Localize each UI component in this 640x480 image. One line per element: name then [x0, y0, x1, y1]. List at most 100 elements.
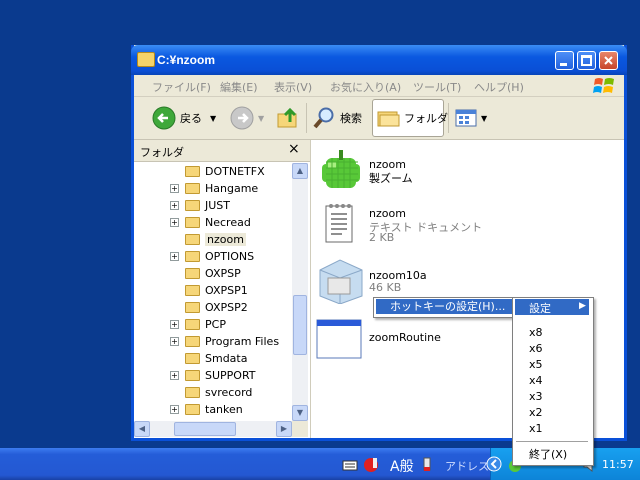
folder-icon [185, 234, 200, 245]
tree-item-label: tanken [205, 403, 243, 416]
views-icon [455, 109, 477, 127]
forward-button[interactable]: ▼ [230, 101, 264, 135]
scroll-left-button[interactable]: ◀ [134, 421, 150, 437]
tree-item[interactable]: OXPSP2 [170, 299, 248, 316]
tree-item[interactable]: nzoom [170, 231, 246, 248]
views-button[interactable]: ▼ [455, 101, 487, 135]
file-name[interactable]: zoomRoutine [369, 331, 441, 344]
forward-dropdown-icon[interactable]: ▼ [258, 114, 264, 123]
folders-icon [377, 111, 400, 127]
tree-item[interactable]: + PCP [170, 316, 226, 333]
search-label: 検索 [340, 112, 362, 125]
keyboard-icon[interactable] [342, 458, 358, 475]
folders-button[interactable]: フォルダ [376, 101, 448, 135]
tree-item[interactable]: OXPSP1 [170, 282, 248, 299]
folder-pane-close-button[interactable]: × [288, 141, 300, 157]
expand-icon[interactable]: + [170, 252, 179, 261]
tree-item[interactable]: + tanken [170, 401, 243, 418]
compressed-archive-icon [319, 259, 363, 305]
file-item[interactable] [322, 202, 358, 249]
file-description: 製ズーム [369, 172, 413, 185]
back-button[interactable]: 戻る ▼ [152, 101, 216, 135]
expand-icon[interactable]: + [170, 320, 179, 329]
zoom-level-item[interactable]: x4 [529, 374, 543, 387]
tree-item[interactable]: + JUST [170, 197, 230, 214]
hotkey-settings-item[interactable]: ホットキーの設定(H)... [376, 299, 512, 314]
tree-item-label: nzoom [205, 233, 246, 246]
menu-edit[interactable]: 編集(E) [220, 79, 258, 95]
scroll-up-button[interactable]: ▲ [292, 163, 308, 179]
hscroll-thumb[interactable] [174, 422, 236, 436]
folder-icon [185, 370, 200, 381]
zoom-level-item[interactable]: x6 [529, 342, 543, 355]
scroll-thumb[interactable] [293, 295, 307, 355]
ime-tool-icon[interactable] [362, 456, 380, 477]
folder-icon [185, 200, 200, 211]
maximize-button[interactable] [577, 51, 596, 70]
folder-icon [185, 404, 200, 415]
expand-icon[interactable]: + [170, 218, 179, 227]
file-item[interactable] [316, 318, 364, 363]
folder-icon [185, 217, 200, 228]
expand-icon[interactable]: + [170, 337, 179, 346]
folder-pane-vertical-scrollbar[interactable]: ▲ ▼ [292, 163, 308, 421]
ime-mode-indicator[interactable]: A般 [390, 456, 414, 476]
tree-item[interactable]: + OPTIONS [170, 248, 254, 265]
search-button[interactable]: 検索 [312, 101, 362, 135]
file-item[interactable] [316, 256, 366, 307]
zoom-level-item[interactable]: x2 [529, 406, 543, 419]
views-dropdown-icon[interactable]: ▼ [481, 114, 487, 123]
folder-pane-horizontal-scrollbar[interactable]: ◀ ▶ [134, 421, 292, 437]
back-arrow-icon [152, 106, 176, 130]
tree-item-label: Smdata [205, 352, 248, 365]
expand-icon[interactable]: + [170, 201, 179, 210]
menu-file[interactable]: ファイル(F) [152, 79, 211, 95]
expand-icon[interactable]: + [170, 405, 179, 414]
folder-icon [185, 268, 200, 279]
menu-favorites[interactable]: お気に入り(A) [330, 79, 401, 95]
scroll-down-button[interactable]: ▼ [292, 405, 308, 421]
address-toolbar-label[interactable]: アドレス [445, 458, 489, 474]
back-label: 戻る [180, 112, 202, 125]
expand-icon[interactable]: + [170, 184, 179, 193]
tree-item-label: OXPSP1 [205, 284, 248, 297]
folder-icon [185, 285, 200, 296]
scroll-right-button[interactable]: ▶ [276, 421, 292, 437]
menu-tools[interactable]: ツール(T) [413, 79, 461, 95]
folder-icon [185, 302, 200, 313]
zoom-level-item[interactable]: x5 [529, 358, 543, 371]
up-folder-button[interactable] [276, 101, 300, 135]
tree-item[interactable]: Smdata [170, 350, 247, 367]
zoom-level-item[interactable]: x8 [529, 326, 543, 339]
folder-icon [137, 52, 155, 67]
tree-item[interactable]: OXPSP [170, 265, 241, 282]
settings-submenu-header[interactable] [515, 299, 589, 315]
tree-item[interactable]: + SUPPORT [170, 367, 256, 384]
menu-help[interactable]: ヘルプ(H) [474, 79, 524, 95]
minimize-button[interactable] [555, 51, 574, 70]
menu-view[interactable]: 表示(V) [274, 79, 312, 95]
expand-icon[interactable]: + [170, 371, 179, 380]
tree-item[interactable]: svrecord [170, 384, 252, 401]
clock[interactable]: 11:57 [602, 458, 634, 471]
apple-app-icon [322, 150, 360, 188]
close-button[interactable] [599, 51, 618, 70]
file-item[interactable] [318, 148, 362, 195]
folder-icon [185, 336, 200, 347]
tree-item[interactable]: + Hangame [170, 180, 258, 197]
file-size: 46 KB [369, 281, 402, 294]
back-dropdown-icon[interactable]: ▼ [210, 114, 216, 123]
file-size: 2 KB [369, 231, 395, 244]
tray-expand-button[interactable] [486, 456, 502, 475]
folder-icon [185, 251, 200, 262]
zoom-level-item[interactable]: x1 [529, 422, 543, 435]
folder-icon [185, 387, 200, 398]
tree-item[interactable]: + Necread [170, 214, 251, 231]
folder-icon [185, 353, 200, 364]
exit-item[interactable]: 終了(X) [529, 446, 567, 462]
ime-pen-icon[interactable] [421, 457, 433, 476]
tree-item[interactable]: + Program Files [170, 333, 279, 350]
tree-item[interactable]: DOTNETFX [170, 163, 265, 180]
zoom-level-item[interactable]: x3 [529, 390, 543, 403]
search-icon [313, 107, 334, 129]
